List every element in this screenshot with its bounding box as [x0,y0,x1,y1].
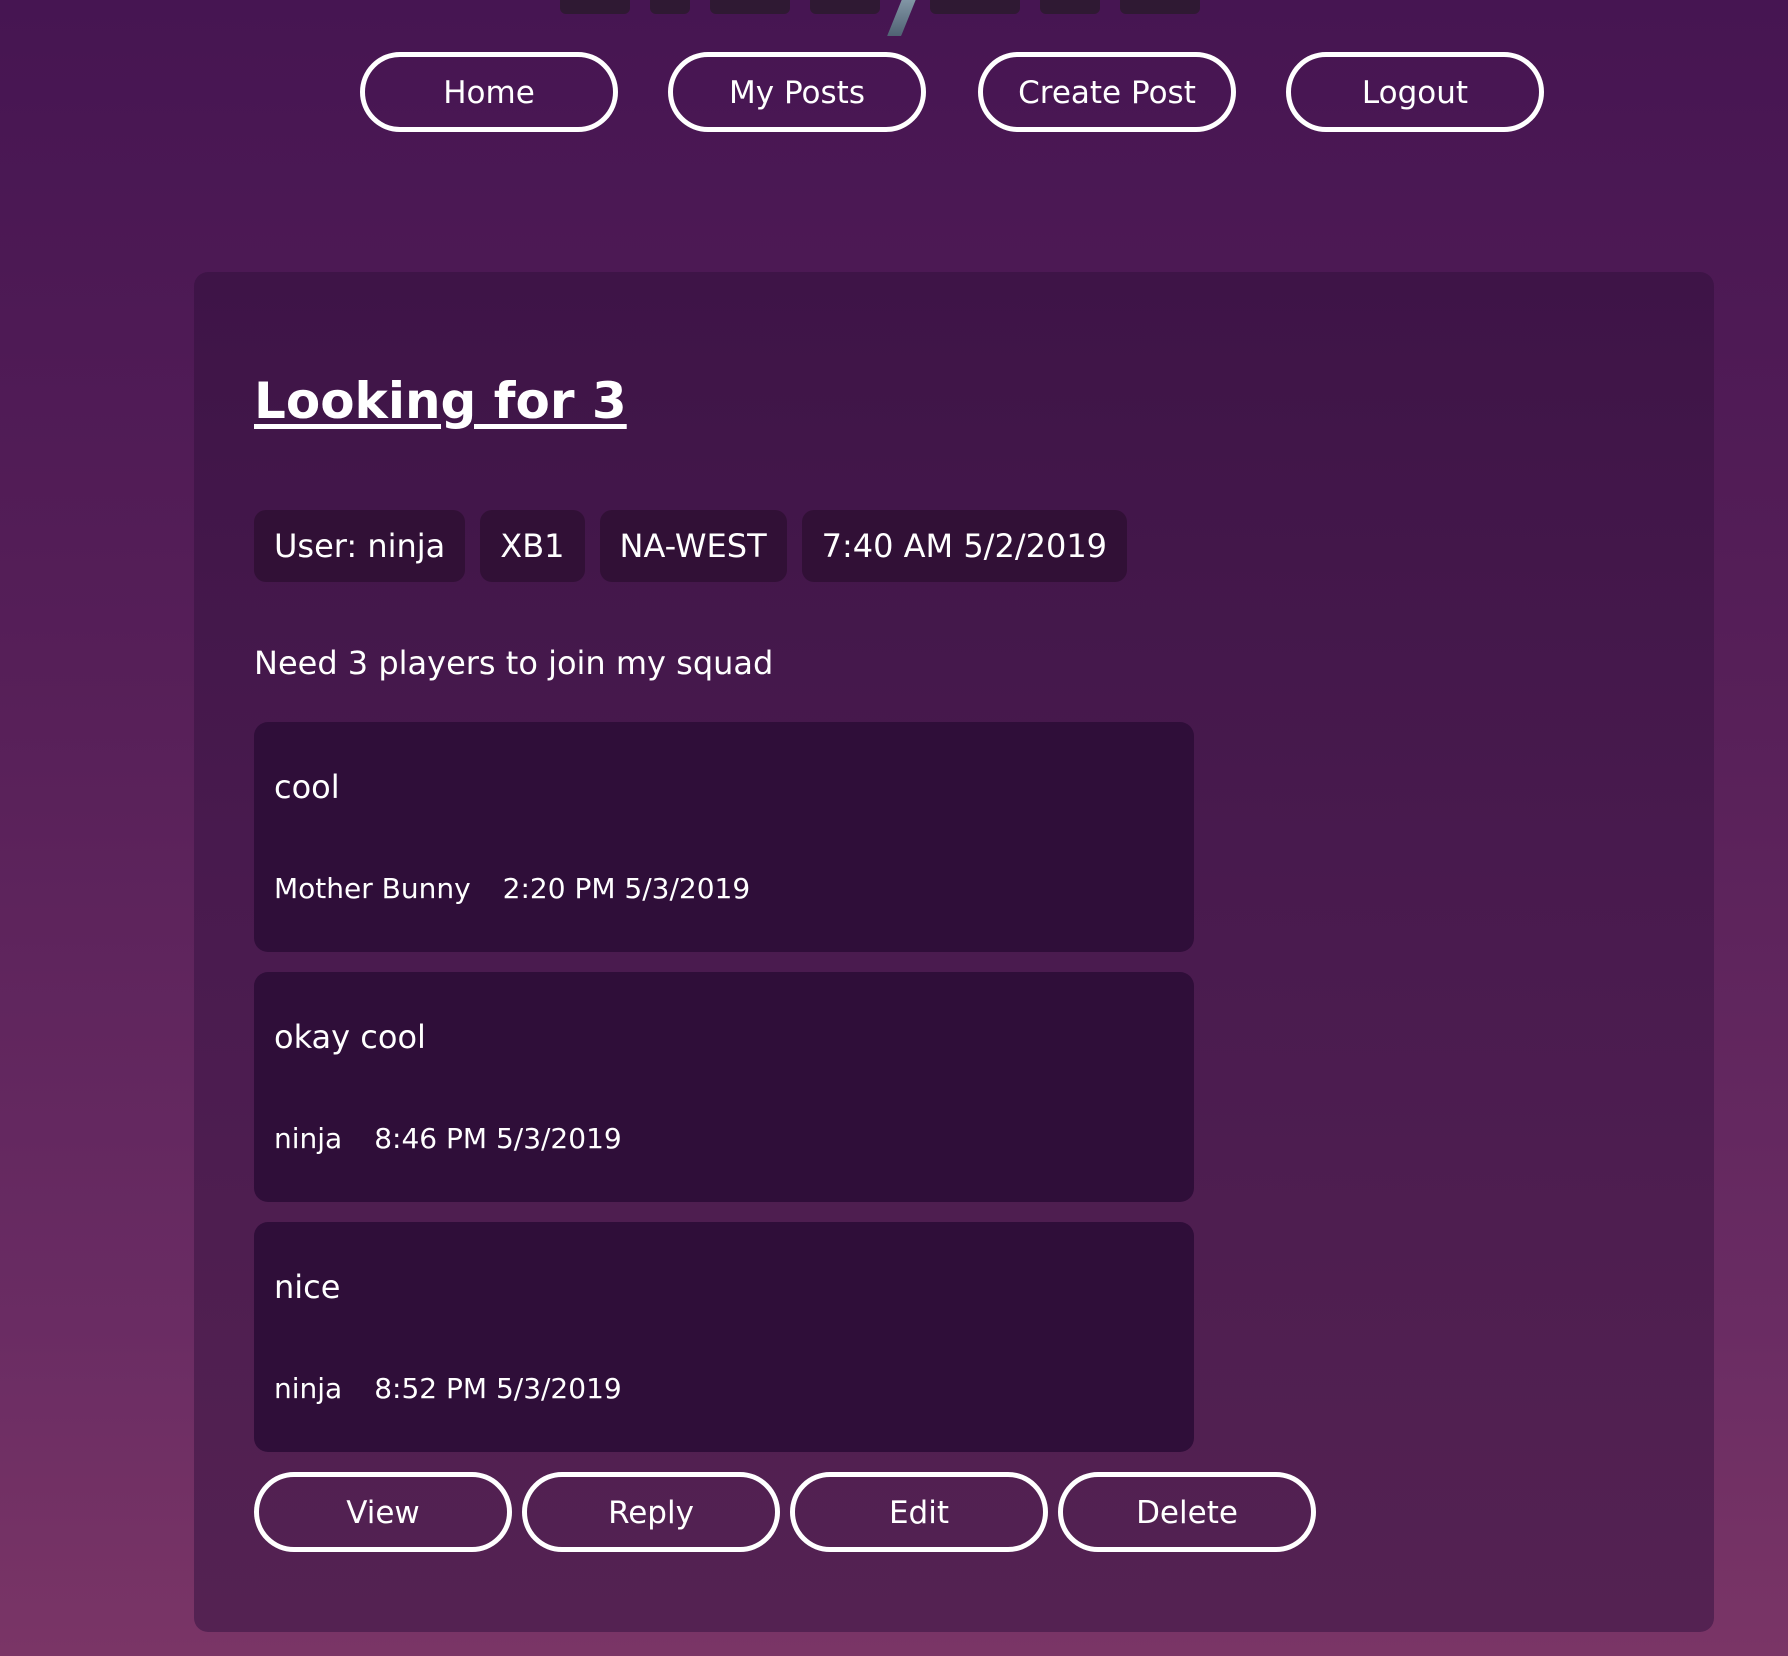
banner-art-shape [1040,0,1100,14]
home-button[interactable]: Home [360,52,618,132]
view-button[interactable]: View [254,1472,512,1552]
region-tag: NA-WEST [599,510,787,582]
reply-meta: Mother Bunny 2:20 PM 5/3/2019 [274,872,750,905]
reply-item: cool Mother Bunny 2:20 PM 5/3/2019 [254,722,1194,952]
post-tags: User: ninja XB1 NA-WEST 7:40 AM 5/2/2019 [254,510,1142,582]
banner-art-shape [650,0,690,14]
reply-time: 2:20 PM 5/3/2019 [502,872,751,905]
user-tag: User: ninja [254,510,466,582]
reply-item: okay cool ninja 8:46 PM 5/3/2019 [254,972,1194,1202]
timestamp-tag: 7:40 AM 5/2/2019 [801,510,1128,582]
header-banner-image [560,0,1220,36]
reply-meta: ninja 8:46 PM 5/3/2019 [274,1122,622,1155]
create-post-button[interactable]: Create Post [978,52,1236,132]
reply-list: cool Mother Bunny 2:20 PM 5/3/2019 okay c… [254,722,1194,1472]
banner-art-shape [710,0,790,14]
banner-art-shape [930,0,1020,14]
reply-button[interactable]: Reply [522,1472,780,1552]
banner-art-shape [1120,0,1200,14]
reply-author: Mother Bunny [274,872,471,905]
my-posts-button[interactable]: My Posts [668,52,926,132]
banner-art-shape [560,0,630,14]
banner-art-blade [886,0,920,36]
banner-art-shape [810,0,880,14]
reply-time: 8:52 PM 5/3/2019 [374,1372,622,1405]
post-actions: View Reply Edit Delete [254,1472,1326,1552]
top-navigation: Home My Posts Create Post Logout [360,52,1546,132]
logout-button[interactable]: Logout [1286,52,1544,132]
post-body: Need 3 players to join my squad [254,644,774,682]
reply-meta: ninja 8:52 PM 5/3/2019 [274,1372,622,1405]
post-title-link[interactable]: Looking for 3 [254,372,627,430]
reply-item: nice ninja 8:52 PM 5/3/2019 [254,1222,1194,1452]
edit-button[interactable]: Edit [790,1472,1048,1552]
post-card: Looking for 3 User: ninja XB1 NA-WEST 7:40 … [194,272,1714,1632]
reply-text: okay cool [274,1018,426,1056]
reply-text: nice [274,1268,341,1306]
reply-text: cool [274,768,340,806]
delete-button[interactable]: Delete [1058,1472,1316,1552]
reply-time: 8:46 PM 5/3/2019 [374,1122,622,1155]
platform-tag: XB1 [480,510,585,582]
reply-author: ninja [274,1372,343,1405]
reply-author: ninja [274,1122,343,1155]
